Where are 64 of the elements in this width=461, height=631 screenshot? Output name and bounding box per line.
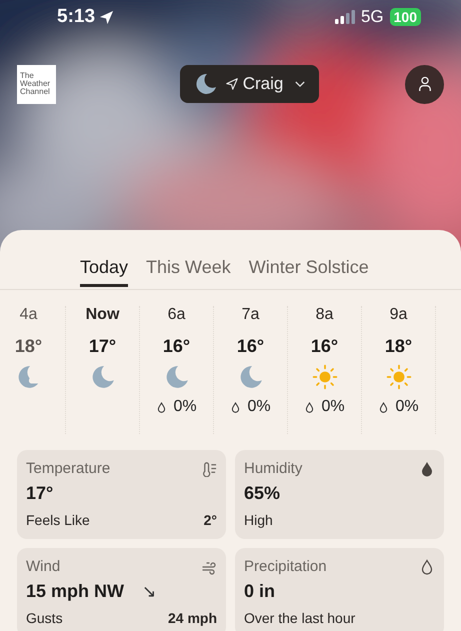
metric-card[interactable]: Humidity 65% High [235,450,444,539]
logo[interactable]: The Weather Channel [17,64,56,104]
location-arrow-icon [99,10,114,24]
hour-label: 7a [242,306,260,325]
metric-card[interactable]: Precipitation 0 in Over the last hour [235,548,444,631]
tab[interactable]: Winter Solstice [248,250,369,287]
hour-label: Now [86,306,120,325]
tab[interactable]: Today [80,250,128,287]
drop-icon [304,400,316,414]
metric-card[interactable]: Wind 15 mph NW ↘ Gusts 24 mph [17,548,226,631]
hour-label: 6a [168,306,186,325]
signal-icon [334,10,355,24]
precipitation-chance: 0% [395,398,419,416]
moon-icon [90,364,116,390]
location-name: Craig [242,74,284,94]
moon-cloud-icon [16,364,42,390]
sun-icon [386,364,412,390]
hour-label: 9a [390,306,408,325]
hour-temperature: 16° [236,336,264,358]
card-subvalue: 2° [204,512,217,528]
hour-label: 8a [316,306,334,325]
thermometer-icon [201,460,217,476]
card-title: Humidity [244,460,302,477]
card-value: 17° [26,483,54,504]
hour-temperature: 16° [162,336,190,358]
direction-arrow: ↘ [142,581,156,602]
hour-temperature: 18° [384,336,412,358]
precipitation-chance: 0% [247,398,271,416]
sun-icon [312,364,338,390]
card-value: 0 in [244,581,276,602]
hour-temperature: 18° [14,336,42,358]
logo-text: The Weather Channel [20,72,52,96]
drop-icon [419,558,435,574]
location-button[interactable]: Craig [180,65,320,103]
card-subtitle: Over the last hour [244,610,356,626]
card-subtitle: High [244,512,273,528]
card-title: Wind [26,558,60,575]
moon-icon [194,72,218,96]
tab[interactable]: This Week [146,250,231,287]
card-subtitle: Feels Like [26,512,90,528]
hour-temperature: 17° [88,336,116,358]
clock-time: 5:13 [57,6,96,28]
drop-icon [230,400,242,414]
moon-icon [164,364,190,390]
card-value: 15 mph NW [26,581,124,602]
hour-label: 4a [20,306,38,325]
person-icon [418,76,432,92]
drop-icon [419,460,435,476]
precipitation-chance: 0% [173,398,197,416]
card-subvalue: 24 mph [168,610,217,626]
network-label: 5G [360,7,384,27]
moon-icon [238,364,264,390]
drop-icon [156,400,168,414]
hour-temperature: 16° [310,336,338,358]
card-value: 65% [244,483,280,504]
battery-level: 100 [390,8,421,26]
navigation-icon [226,78,238,90]
card-title: Precipitation [244,558,327,575]
precipitation-chance: 0% [321,398,345,416]
card-title: Temperature [26,460,110,477]
chevron-down-icon [295,80,306,88]
card-subtitle: Gusts [26,610,63,626]
drop-icon [378,400,390,414]
metric-card[interactable]: Temperature 17° Feels Like 2° [17,450,226,539]
